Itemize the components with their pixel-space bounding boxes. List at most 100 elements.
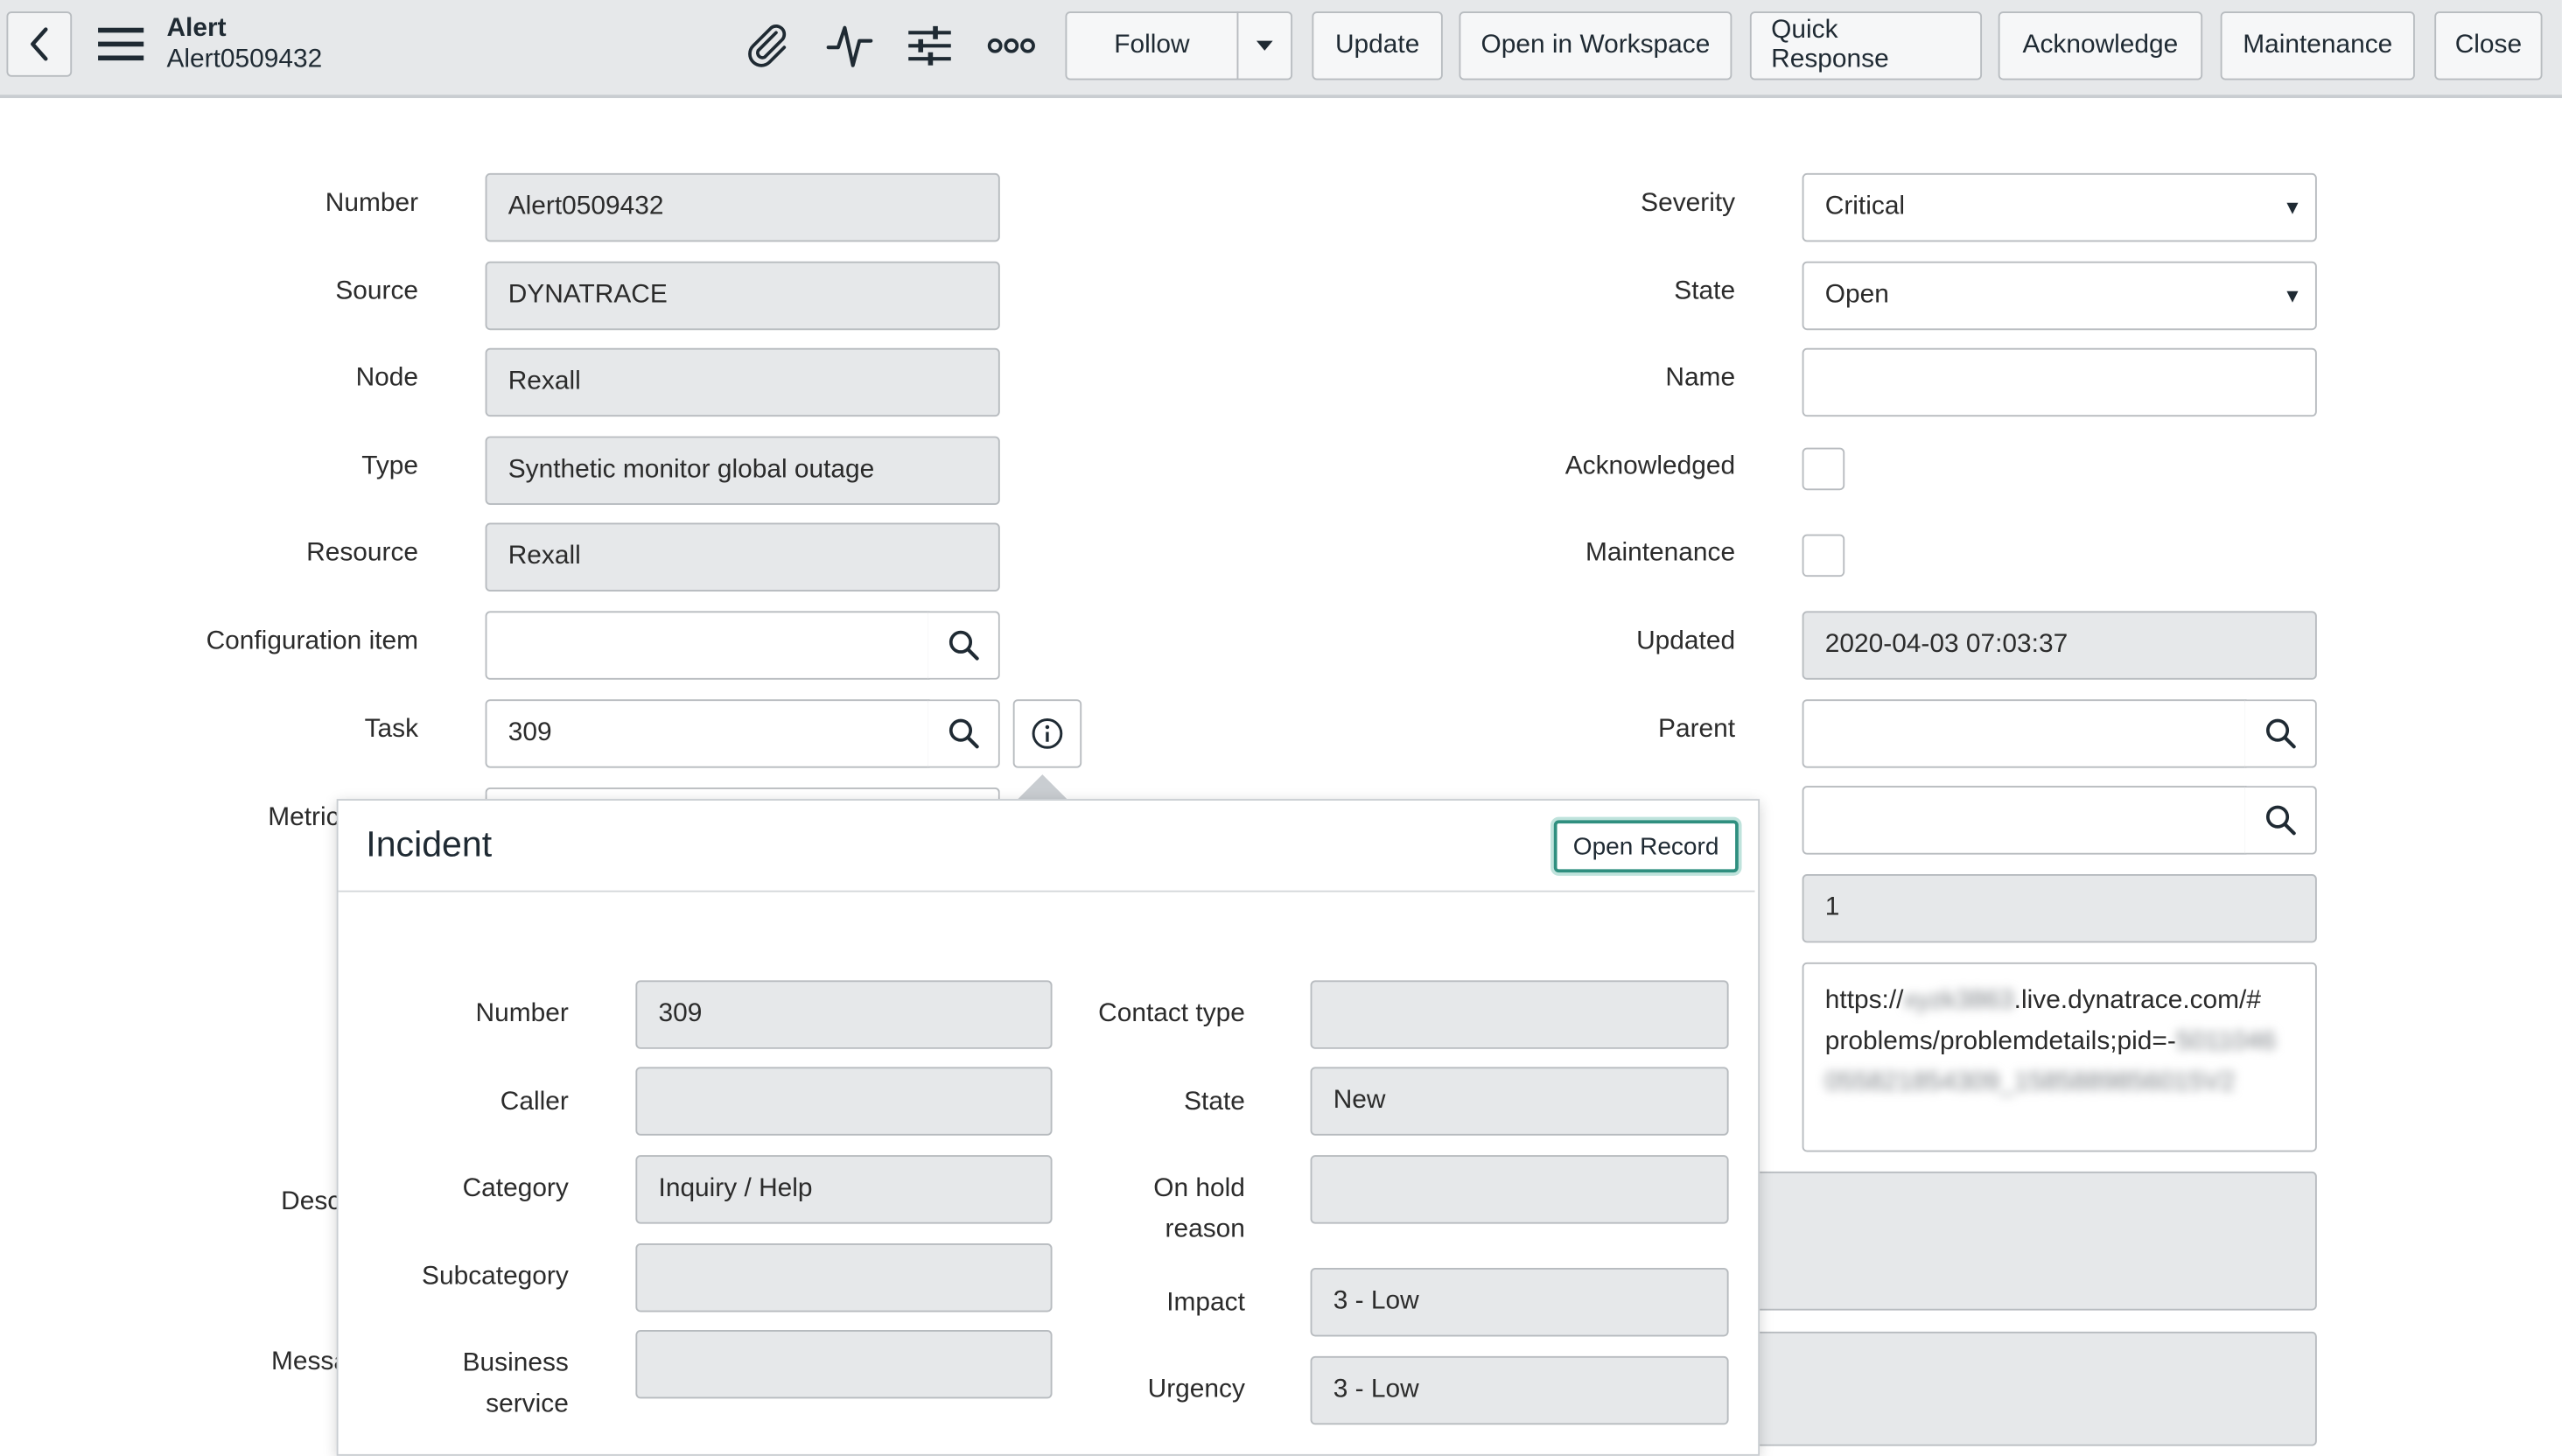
back-chevron-icon: [31, 27, 48, 61]
on-hold-line2: reason: [1165, 1215, 1245, 1244]
caret-down-icon: [1256, 40, 1273, 51]
info-icon: [1032, 718, 1063, 749]
incident-state-field: New: [1310, 1067, 1729, 1136]
task-preview-button[interactable]: [1012, 699, 1082, 768]
configuration-item-label: Configuration item: [206, 627, 419, 655]
incident-urgency-label: Urgency: [1147, 1376, 1245, 1404]
maintenance-checkbox[interactable]: [1802, 534, 1845, 578]
state-select[interactable]: Open ▼: [1802, 261, 2317, 331]
form-header: Alert Alert0509432 Follow Update Open in…: [0, 0, 2562, 99]
business-service-line1: Business: [462, 1349, 569, 1378]
name-input[interactable]: [1802, 347, 2317, 417]
open-in-workspace-button[interactable]: Open in Workspace: [1459, 11, 1732, 80]
search-icon: [2265, 718, 2295, 749]
message-textarea[interactable]: [1698, 1331, 2317, 1446]
incident-number-field: 309: [635, 980, 1053, 1049]
record-title: Alert Alert0509432: [166, 13, 322, 75]
url-textarea[interactable]: https://xyzk3863.live.dynatrace.com/# pr…: [1802, 962, 2317, 1152]
record-number: Alert0509432: [166, 46, 323, 74]
resource-label: Resource: [306, 539, 419, 567]
activity-pulse-icon[interactable]: [823, 19, 876, 72]
page-title: Alert: [166, 14, 227, 43]
type-field: Synthetic monitor global outage: [485, 436, 1000, 505]
incident-impact-field: 3 - Low: [1310, 1268, 1729, 1337]
business-service-line2: service: [486, 1390, 569, 1418]
search-icon: [948, 630, 978, 661]
url-pid-redacted: 5011046: [2175, 1027, 2276, 1056]
incident-subcategory-label: Subcategory: [422, 1263, 569, 1292]
url-id-redacted: 055821854309_1585889856015V2: [1824, 1068, 2236, 1096]
severity-value: Critical: [1824, 192, 1906, 221]
incident-category-field: Inquiry / Help: [635, 1155, 1053, 1224]
incident-contact-type-field: [1310, 980, 1729, 1049]
updated-label: Updated: [1636, 627, 1736, 655]
state-label: State: [1674, 277, 1736, 306]
popover-arrow: [1016, 774, 1069, 801]
follow-button[interactable]: Follow: [1065, 11, 1239, 80]
node-label: Node: [355, 364, 419, 393]
paperclip-icon[interactable]: [742, 19, 794, 72]
reference-lookup-button[interactable]: [2244, 786, 2317, 855]
incident-contact-type-label: Contact type: [1098, 999, 1245, 1028]
url-host-redacted: xyzk3863: [1903, 986, 2014, 1015]
number-field: Alert0509432: [485, 172, 1000, 242]
follow-dropdown-button[interactable]: [1236, 11, 1293, 80]
acknowledged-label: Acknowledged: [1564, 452, 1736, 480]
open-record-button[interactable]: Open Record: [1553, 820, 1739, 873]
configuration-item-lookup-button[interactable]: [928, 611, 1000, 680]
select-caret-icon: ▼: [2282, 284, 2303, 308]
quick-response-button[interactable]: Quick Response: [1749, 11, 1983, 80]
type-label: Type: [361, 452, 419, 480]
name-label: Name: [1665, 364, 1736, 393]
incident-preview-popover: Incident Open Record Number Caller Categ…: [336, 799, 1760, 1456]
description-textarea[interactable]: [1698, 1171, 2317, 1311]
close-button[interactable]: Close: [2434, 11, 2543, 80]
source-field: DYNATRACE: [485, 261, 1000, 331]
reference-input[interactable]: [1802, 786, 2247, 855]
incident-on-hold-reason-field: [1310, 1155, 1729, 1224]
incident-caller-field: [635, 1067, 1053, 1136]
settings-sliders-icon[interactable]: [904, 19, 956, 72]
popover-title: Incident: [366, 823, 493, 864]
source-label: Source: [335, 277, 419, 306]
incident-subcategory-field: [635, 1243, 1053, 1312]
select-caret-icon: ▼: [2282, 196, 2303, 220]
incident-number-label: Number: [475, 999, 569, 1028]
parent-input[interactable]: [1802, 699, 2247, 768]
update-button[interactable]: Update: [1312, 11, 1443, 80]
popover-divider: [338, 890, 1755, 892]
url-line-1: https://xyzk3863.live.dynatrace.com/#: [1825, 980, 2294, 1021]
state-value: Open: [1824, 281, 1889, 309]
acknowledged-checkbox[interactable]: [1802, 447, 1845, 491]
updated-field: 2020-04-03 07:03:37: [1802, 611, 2317, 680]
parent-label: Parent: [1658, 715, 1736, 744]
url-line-3: 055821854309_1585889856015V2: [1825, 1062, 2294, 1103]
node-field: Rexall: [485, 347, 1000, 417]
task-lookup-button[interactable]: [928, 699, 1000, 768]
description-label: Desc: [281, 1187, 341, 1216]
parent-lookup-button[interactable]: [2244, 699, 2317, 768]
count-field: 1: [1802, 874, 2317, 943]
maintenance-button[interactable]: Maintenance: [2220, 11, 2415, 80]
hamburger-menu-icon[interactable]: [98, 24, 144, 64]
task-label: Task: [364, 715, 419, 744]
acknowledge-button[interactable]: Acknowledge: [1998, 11, 2203, 80]
incident-caller-label: Caller: [500, 1088, 569, 1116]
page-root: Alert Alert0509432 Follow Update Open in…: [0, 0, 2562, 1456]
back-button[interactable]: [6, 11, 73, 77]
more-options-icon[interactable]: [985, 19, 1038, 72]
incident-impact-label: Impact: [1166, 1289, 1245, 1318]
configuration-item-input[interactable]: [485, 611, 930, 680]
maintenance-label: Maintenance: [1585, 539, 1736, 567]
incident-category-label: Category: [462, 1174, 569, 1203]
url-prefix: https://: [1824, 986, 1904, 1015]
url-domain: .live.dynatrace.com/#: [2013, 986, 2261, 1015]
search-icon: [2265, 805, 2295, 836]
incident-urgency-field: 3 - Low: [1310, 1355, 1729, 1425]
severity-select[interactable]: Critical ▼: [1802, 172, 2317, 242]
incident-business-service-label: Business service: [463, 1343, 569, 1424]
task-input[interactable]: 309: [485, 699, 930, 768]
metric-label: Metric: [268, 803, 340, 832]
url-path: problems/problemdetails;pid=-: [1824, 1027, 2176, 1056]
number-label: Number: [325, 189, 419, 218]
